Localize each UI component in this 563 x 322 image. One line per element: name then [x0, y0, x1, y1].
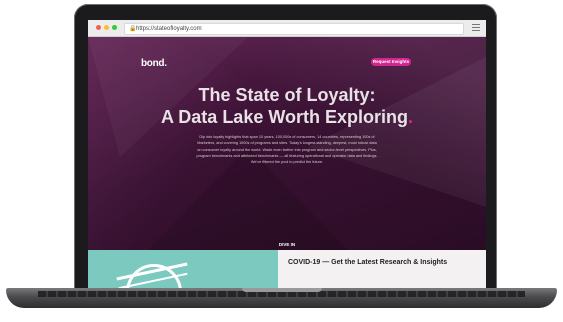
hero-intro-text: Dip into loyalty highlights that span 10…	[196, 135, 378, 165]
covid-section: COVID-19 — Get the Latest Research & Ins…	[88, 250, 486, 288]
hero-title-line-2: A Data Lake Worth Exploring.	[160, 107, 414, 127]
globe-image	[88, 250, 278, 288]
request-insights-button[interactable]: Request Insights	[371, 58, 411, 66]
minimize-window-icon[interactable]	[104, 25, 109, 30]
dive-in-link[interactable]: DIVE IN	[88, 242, 486, 247]
browser-menu-icon[interactable]	[472, 24, 480, 31]
close-window-icon[interactable]	[96, 25, 101, 30]
hero-section: bond. Request Insights The State of Loya…	[88, 37, 486, 254]
browser-toolbar: 🔒 https://stateofloyalty.com	[88, 20, 486, 37]
maximize-window-icon[interactable]	[112, 25, 117, 30]
laptop-notch	[242, 288, 322, 292]
site-logo[interactable]: bond.	[141, 58, 167, 69]
covid-heading[interactable]: COVID-19 — Get the Latest Research & Ins…	[288, 258, 478, 267]
hero-title-line-1: The State of Loyalty:	[198, 85, 376, 105]
laptop-screen: 🔒 https://stateofloyalty.com bond. Reque…	[88, 20, 486, 288]
address-bar[interactable]: 🔒 https://stateofloyalty.com	[124, 23, 464, 35]
url-text: https://stateofloyalty.com	[136, 26, 202, 32]
title-accent-dot: .	[408, 107, 414, 127]
